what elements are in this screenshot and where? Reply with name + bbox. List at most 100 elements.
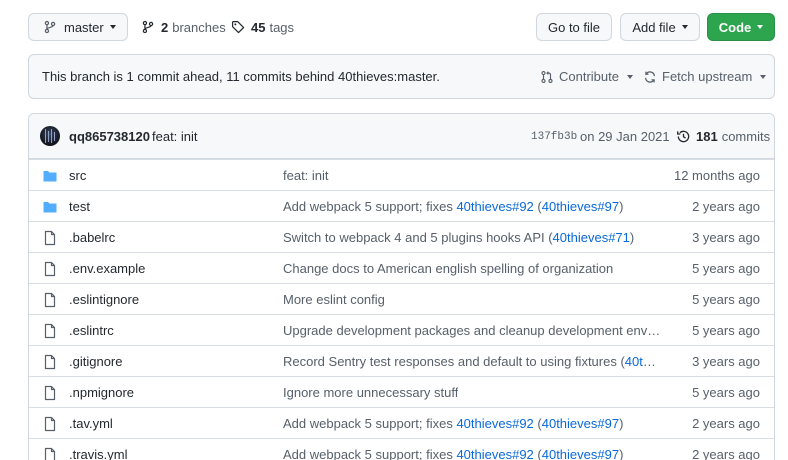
tags-count: 45	[251, 19, 266, 35]
latest-commit-bar: qq865738120 feat: init 137fb3b on 29 Jan…	[29, 114, 774, 159]
commit-age: 2 years ago	[692, 198, 760, 214]
fetch-upstream-label: Fetch upstream	[662, 69, 753, 84]
commit-message-text: Add webpack 5 support; fixes	[283, 415, 457, 431]
contribute-label: Contribute	[559, 69, 619, 84]
file-row: src feat: init 12 months ago	[29, 159, 774, 190]
git-branch-icon	[44, 20, 56, 34]
commits-history-link[interactable]: 181 commits	[676, 114, 770, 159]
file-name-link[interactable]: .eslintrc	[69, 315, 114, 345]
branches-count: 2	[161, 19, 169, 35]
file-icon	[42, 230, 58, 246]
issue-link[interactable]: 40thieves#71	[553, 230, 630, 245]
commit-message-text: Change docs to American english spelling…	[283, 260, 614, 276]
commit-age: 2 years ago	[692, 446, 760, 460]
commit-age: 2 years ago	[692, 415, 760, 431]
file-name-link[interactable]: .gitignore	[69, 346, 122, 376]
file-icon	[42, 447, 58, 460]
commit-age: 5 years ago	[692, 322, 760, 338]
commit-message-text: More eslint config	[283, 291, 385, 307]
commit-message-text: feat: init	[283, 167, 329, 183]
avatar[interactable]	[40, 126, 60, 146]
file-name-link[interactable]: test	[69, 191, 90, 221]
commit-age: 12 months ago	[673, 167, 760, 183]
commit-message-link[interactable]: feat: init	[152, 114, 198, 159]
file-name-link[interactable]: .env.example	[69, 253, 145, 283]
ahead-behind-text: This branch is 1 commit ahead, 11 commit…	[42, 69, 440, 84]
folder-icon	[42, 168, 58, 184]
commit-author-link[interactable]: qq865738120	[69, 114, 150, 159]
contribute-button[interactable]: Contribute	[540, 55, 633, 98]
file-name-link[interactable]: .npmignore	[69, 377, 134, 407]
commit-message[interactable]: More eslint config	[283, 284, 663, 314]
file-row: .travis.yml Add webpack 5 support; fixes …	[29, 438, 774, 460]
issue-link[interactable]: 40thieves#92	[456, 199, 533, 214]
go-to-file-button[interactable]: Go to file	[536, 13, 612, 41]
branch-name: master	[64, 19, 104, 35]
add-file-button[interactable]: Add file	[620, 13, 700, 41]
commit-message-text: Switch to webpack 4 and 5 plugins hooks …	[283, 229, 553, 245]
file-row: .gitignore Record Sentry test responses a…	[29, 345, 774, 376]
chevron-down-icon	[757, 25, 764, 29]
commit-message[interactable]: Add webpack 5 support; fixes 40thieves#9…	[283, 408, 663, 438]
fetch-upstream-button[interactable]: Fetch upstream	[643, 55, 767, 98]
file-row: .npmignore Ignore more unnecessary stuff 5…	[29, 376, 774, 407]
git-branch-icon	[142, 20, 154, 34]
commit-message-text: (	[533, 446, 542, 460]
code-label: Code	[718, 19, 752, 35]
pull-request-icon	[541, 70, 553, 83]
code-button[interactable]: Code	[707, 13, 775, 41]
file-row: .tav.yml Add webpack 5 support; fixes 40t…	[29, 407, 774, 438]
issue-link[interactable]: 40thieves#92	[456, 447, 533, 460]
commit-message[interactable]: feat: init	[283, 160, 663, 190]
file-name-link[interactable]: .eslintignore	[69, 284, 139, 314]
commit-message[interactable]: Add webpack 5 support; fixes 40thieves#9…	[283, 439, 663, 460]
chevron-down-icon	[760, 74, 767, 79]
commit-age: 5 years ago	[692, 291, 760, 307]
tags-label: tags	[269, 19, 295, 35]
file-row: .eslintrc Upgrade development packages an…	[29, 314, 774, 345]
file-name-link[interactable]: .babelrc	[69, 222, 115, 252]
commit-sha-link[interactable]: 137fb3b	[531, 114, 577, 159]
issue-link[interactable]: 40thieves#97	[542, 199, 619, 214]
file-row: .babelrc Switch to webpack 4 and 5 plugin…	[29, 221, 774, 252]
issue-link[interactable]: 40thieves#92	[456, 416, 533, 431]
branch-compare-box: This branch is 1 commit ahead, 11 commit…	[28, 54, 775, 99]
file-icon	[42, 385, 58, 401]
folder-icon	[42, 199, 58, 215]
file-icon	[42, 416, 58, 432]
issue-link[interactable]: 40thieve…	[625, 354, 663, 369]
commit-message-text: Add webpack 5 support; fixes	[283, 198, 457, 214]
file-name-link[interactable]: .tav.yml	[69, 408, 113, 438]
commit-message[interactable]: Ignore more unnecessary stuff	[283, 377, 663, 407]
commit-message[interactable]: Add webpack 5 support; fixes 40thieves#9…	[283, 191, 663, 221]
file-icon	[42, 261, 58, 277]
commit-message-text: (	[533, 198, 542, 214]
file-row: test Add webpack 5 support; fixes 40thiev…	[29, 190, 774, 221]
commit-message[interactable]: Switch to webpack 4 and 5 plugins hooks …	[283, 222, 663, 252]
commit-age: 3 years ago	[692, 353, 760, 369]
branch-select-button[interactable]: master	[28, 13, 128, 41]
file-name-link[interactable]: src	[69, 160, 86, 190]
issue-link[interactable]: 40thieves#97	[542, 447, 619, 460]
commit-age: 3 years ago	[692, 229, 760, 245]
commit-message-text: Add webpack 5 support; fixes	[283, 446, 457, 460]
commit-message-text: )	[629, 229, 635, 245]
issue-link[interactable]: 40thieves#97	[542, 416, 619, 431]
file-browser: qq865738120 feat: init 137fb3b on 29 Jan…	[28, 113, 775, 460]
commits-label: commits	[721, 129, 771, 144]
commit-message-text: Record Sentry test responses and default…	[283, 353, 625, 369]
commit-message-text: Ignore more unnecessary stuff	[283, 384, 459, 400]
chevron-down-icon	[681, 25, 688, 29]
commit-message[interactable]: Upgrade development packages and cleanup…	[283, 315, 663, 345]
branches-link[interactable]: 2 branches	[141, 13, 226, 41]
file-name-link[interactable]: .travis.yml	[69, 439, 128, 460]
tags-link[interactable]: 45 tags	[231, 13, 294, 41]
history-icon	[677, 130, 690, 143]
commit-message-text: )	[619, 446, 624, 460]
chevron-down-icon	[109, 25, 116, 29]
add-file-label: Add file	[632, 19, 676, 35]
commit-message[interactable]: Record Sentry test responses and default…	[283, 346, 663, 376]
commit-message[interactable]: Change docs to American english spelling…	[283, 253, 663, 283]
commit-message-text: )	[619, 198, 624, 214]
repo-toolbar: master 2 branches 45 tags Go to file Add…	[28, 13, 775, 41]
